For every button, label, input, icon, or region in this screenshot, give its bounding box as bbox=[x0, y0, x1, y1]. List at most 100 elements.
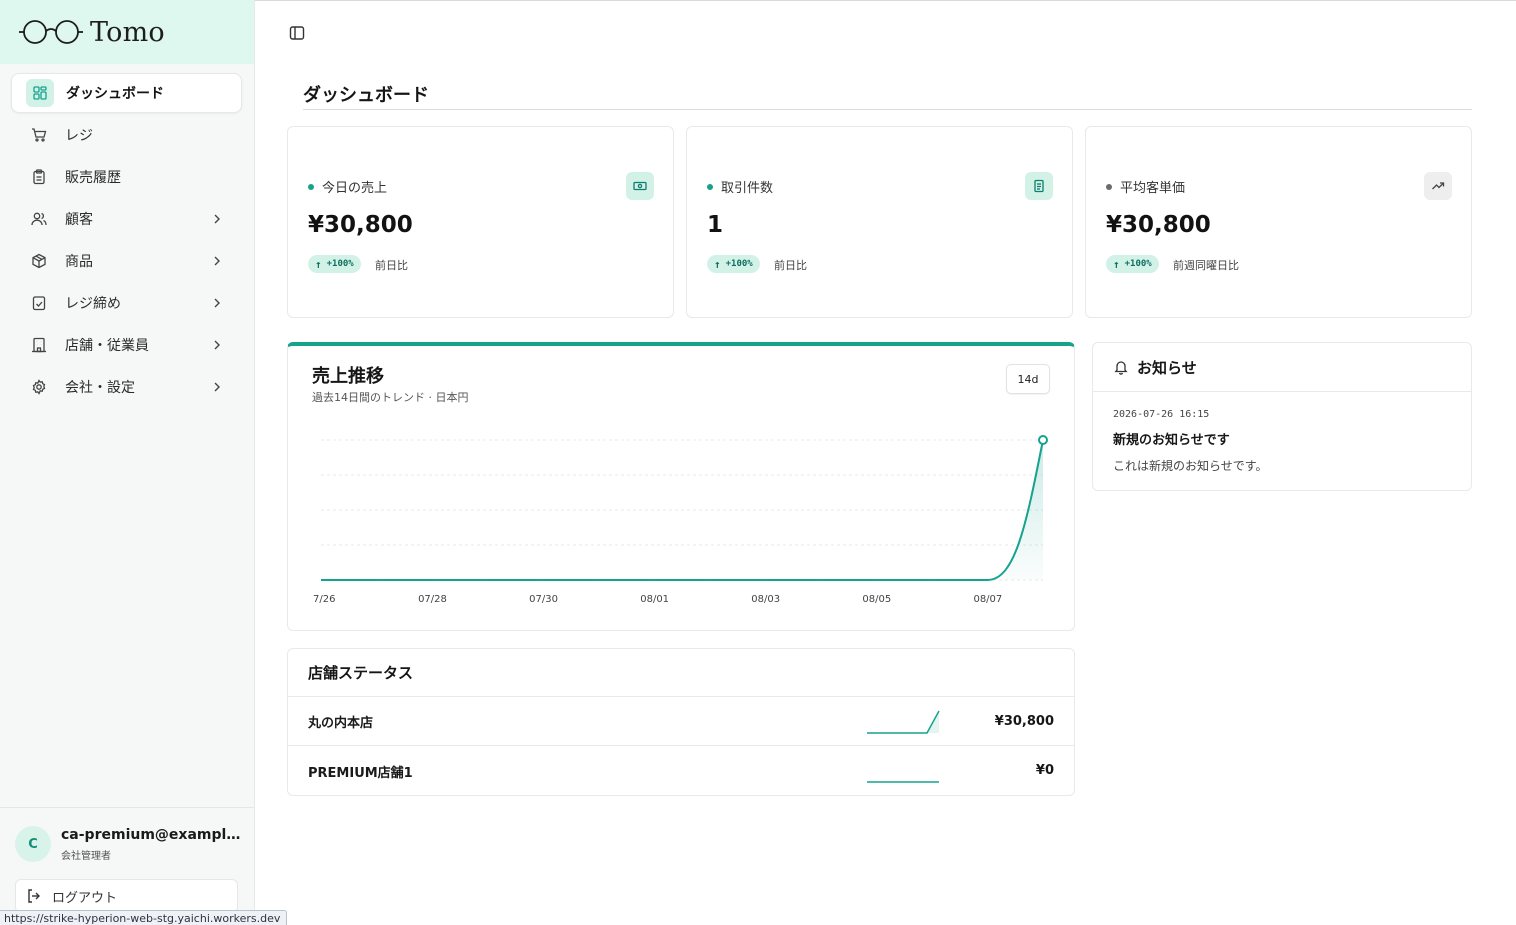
kpi-label-text: 今日の売上 bbox=[322, 181, 388, 196]
trending-up-icon bbox=[1424, 172, 1452, 200]
sidebar-item-label: 会社・設定 bbox=[65, 380, 135, 396]
kpi-label: 取引件数 bbox=[707, 177, 773, 196]
kpi-compare-label: 前日比 bbox=[375, 259, 408, 272]
kpi-card-todays-sales: 今日の売上 ¥30,800 ↑ +100% 前日比 bbox=[287, 126, 674, 318]
logout-icon bbox=[26, 888, 42, 904]
x-tick-label: 08/07 bbox=[973, 594, 1002, 605]
sidebar-item-stores-staff[interactable]: 店舗・従業員 bbox=[11, 325, 242, 365]
logout-label: ログアウト bbox=[52, 890, 118, 906]
kpi-compare-label: 前週同曜日比 bbox=[1173, 259, 1239, 272]
sidebar-nav: ダッシュボード レジ 販売履歴 顧客 商品 レジ締め 店舗・従業員 会社・設定 bbox=[11, 73, 242, 409]
kpi-value: ¥30,800 bbox=[1106, 212, 1211, 238]
sales-trend-card: 売上推移 過去14日間のトレンド · 日本円 14d 7/26 07/28 07/3… bbox=[287, 342, 1075, 631]
sidebar-item-label: 商品 bbox=[65, 254, 93, 270]
table-row[interactable]: PREMIUM店舗1 ¥0 bbox=[288, 747, 1074, 795]
sidebar-item-label: レジ締め bbox=[65, 296, 121, 312]
kpi-value: 1 bbox=[707, 212, 724, 238]
notice-title[interactable]: 新規のお知らせです bbox=[1113, 429, 1230, 448]
notice-date: 2026-07-26 16:15 bbox=[1113, 409, 1210, 420]
brand-logo[interactable]: Tomo bbox=[0, 0, 254, 64]
sidebar-item-label: 販売履歴 bbox=[65, 170, 121, 186]
sidebar-item-sales-history[interactable]: 販売履歴 bbox=[11, 157, 242, 197]
sidebar-item-label: ダッシュボード bbox=[66, 86, 164, 102]
sidebar-item-label: 顧客 bbox=[65, 212, 93, 228]
panel-left-icon bbox=[289, 26, 305, 40]
store-sparkline bbox=[867, 781, 939, 783]
logout-button[interactable]: ログアウト bbox=[15, 879, 238, 913]
receipt-icon bbox=[1025, 172, 1053, 200]
chevron-right-icon bbox=[214, 256, 220, 266]
kpi-card-average-spend: 平均客単価 ¥30,800 ↑ +100% 前週同曜日比 bbox=[1085, 126, 1472, 318]
status-dot bbox=[707, 183, 713, 190]
notice-body: これは新規のお知らせです。 bbox=[1113, 459, 1268, 473]
sidebar-item-register[interactable]: レジ bbox=[11, 115, 242, 155]
change-badge: ↑ +100% bbox=[308, 255, 361, 273]
x-tick-label: 07/28 bbox=[418, 594, 447, 605]
gear-icon bbox=[31, 379, 47, 395]
bell-icon bbox=[1113, 359, 1129, 375]
kpi-label-text: 取引件数 bbox=[721, 181, 774, 196]
kpi-label-text: 平均客単価 bbox=[1120, 181, 1186, 196]
store-amount: ¥30,800 bbox=[994, 714, 1054, 729]
store-amount: ¥0 bbox=[1035, 763, 1054, 778]
building-icon bbox=[31, 337, 47, 353]
notices-card: お知らせ 2026-07-26 16:15 新規のお知らせです これは新規のお知… bbox=[1092, 342, 1472, 491]
x-tick-label: 7/26 bbox=[313, 594, 335, 605]
store-sparkline bbox=[867, 710, 940, 734]
notices-title: お知らせ bbox=[1137, 358, 1197, 377]
sidebar-toggle-button[interactable] bbox=[288, 24, 306, 42]
store-name: 丸の内本店 bbox=[308, 716, 374, 731]
sales-trend-chart: 7/26 07/28 07/30 08/01 08/03 08/05 08/07 bbox=[313, 435, 1048, 605]
kpi-label: 平均客単価 bbox=[1106, 177, 1185, 196]
chart-point bbox=[1038, 435, 1048, 445]
package-icon bbox=[31, 253, 47, 269]
table-row[interactable]: 丸の内本店 ¥30,800 bbox=[288, 698, 1074, 746]
kpi-card-transactions: 取引件数 1 ↑ +100% 前日比 bbox=[686, 126, 1073, 318]
store-status-title: 店舗ステータス bbox=[288, 649, 1074, 697]
sidebar-item-company-settings[interactable]: 会社・設定 bbox=[11, 367, 242, 407]
chevron-right-icon bbox=[214, 382, 220, 392]
clipboard-icon bbox=[31, 169, 47, 185]
banknote-icon bbox=[626, 172, 654, 200]
x-tick-label: 08/01 bbox=[640, 594, 669, 605]
sidebar-item-label: 店舗・従業員 bbox=[65, 338, 149, 354]
x-tick-label: 08/03 bbox=[751, 594, 780, 605]
chevron-right-icon bbox=[214, 340, 220, 350]
change-value: +100% bbox=[326, 259, 354, 269]
dashboard-icon bbox=[26, 79, 54, 107]
user-email: ca-premium@example.com bbox=[61, 827, 241, 843]
arrow-up-icon: ↑ bbox=[315, 257, 322, 271]
notices-header: お知らせ bbox=[1093, 343, 1471, 392]
change-value: +100% bbox=[725, 259, 753, 269]
chevron-right-icon bbox=[214, 298, 220, 308]
brand-name: Tomo bbox=[90, 16, 165, 48]
sidebar: Tomo ダッシュボード レジ 販売履歴 顧客 商品 レジ締め 店舗・従業員 会… bbox=[0, 0, 255, 925]
sidebar-item-register-closing[interactable]: レジ締め bbox=[11, 283, 242, 323]
kpi-compare-label: 前日比 bbox=[774, 259, 807, 272]
chevron-right-icon bbox=[214, 214, 220, 224]
arrow-up-icon: ↑ bbox=[1113, 257, 1120, 271]
status-dot bbox=[308, 183, 314, 190]
avatar[interactable]: C bbox=[15, 826, 51, 862]
store-status-card: 店舗ステータス 丸の内本店 ¥30,800 PREMIUM店舗1 ¥0 bbox=[287, 648, 1075, 796]
change-value: +100% bbox=[1124, 259, 1152, 269]
sidebar-item-products[interactable]: 商品 bbox=[11, 241, 242, 281]
page-title: ダッシュボード bbox=[303, 85, 429, 106]
x-tick-label: 08/05 bbox=[862, 594, 891, 605]
kpi-value: ¥30,800 bbox=[308, 212, 413, 238]
users-icon bbox=[31, 211, 47, 227]
user-profile: C ca-premium@example.com 会社管理者 ログアウト bbox=[0, 807, 254, 925]
sidebar-item-customers[interactable]: 顧客 bbox=[11, 199, 242, 239]
cart-icon bbox=[31, 127, 47, 143]
change-badge: ↑ +100% bbox=[707, 255, 760, 273]
sidebar-item-dashboard[interactable]: ダッシュボード bbox=[11, 73, 242, 113]
status-url-tooltip: https://strike-hyperion-web-stg.yaichi.w… bbox=[0, 910, 288, 925]
change-badge: ↑ +100% bbox=[1106, 255, 1159, 273]
sidebar-item-label: レジ bbox=[65, 128, 93, 144]
glasses-logo-icon bbox=[19, 20, 83, 44]
user-role: 会社管理者 bbox=[61, 851, 111, 862]
status-dot bbox=[1106, 183, 1112, 190]
arrow-up-icon: ↑ bbox=[714, 257, 721, 271]
kpi-label: 今日の売上 bbox=[308, 177, 387, 196]
x-tick-label: 07/30 bbox=[529, 594, 558, 605]
